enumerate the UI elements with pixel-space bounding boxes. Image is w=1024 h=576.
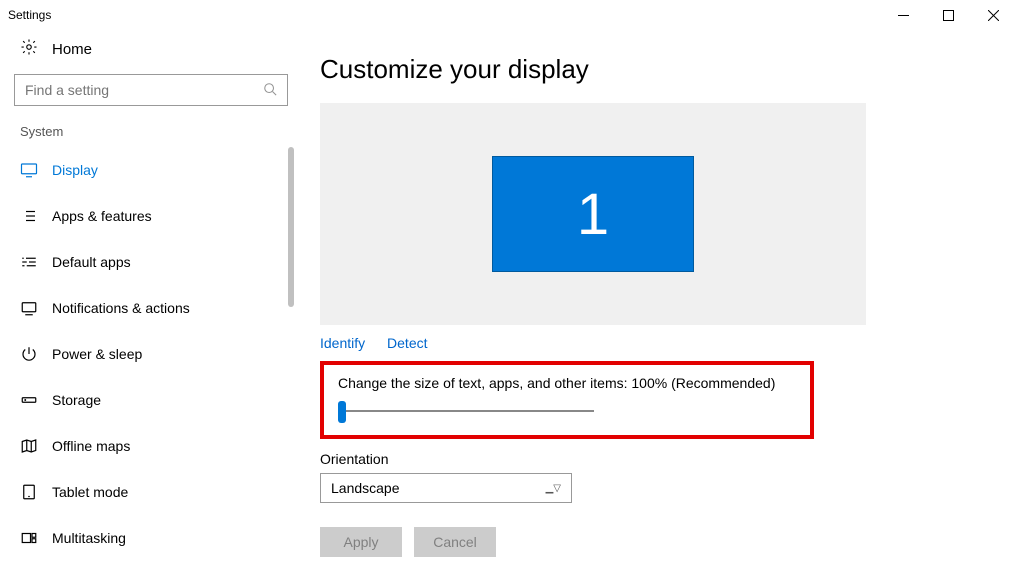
search-icon	[263, 82, 277, 99]
slider-thumb[interactable]	[338, 401, 346, 423]
section-label: System	[6, 124, 296, 147]
maximize-button[interactable]	[926, 0, 971, 30]
chevron-down-icon: ▁▽	[546, 483, 561, 494]
nav-label: Multitasking	[52, 530, 126, 546]
scale-section-highlight: Change the size of text, apps, and other…	[320, 361, 814, 439]
display-icon	[20, 161, 38, 179]
scale-slider[interactable]	[338, 401, 594, 421]
gear-icon	[20, 38, 38, 60]
scale-label: Change the size of text, apps, and other…	[338, 375, 796, 391]
nav-label: Storage	[52, 392, 101, 408]
nav-item-offline-maps[interactable]: Offline maps	[6, 423, 296, 469]
tablet-icon	[20, 483, 38, 501]
content-area: Customize your display 1 Identify Detect…	[296, 30, 1024, 576]
page-heading: Customize your display	[320, 54, 1012, 85]
scrollbar-thumb[interactable]	[288, 147, 294, 307]
defaults-icon	[20, 253, 38, 271]
list-icon	[20, 207, 38, 225]
home-button[interactable]: Home	[6, 30, 296, 74]
nav-label: Offline maps	[52, 438, 130, 454]
map-icon	[20, 437, 38, 455]
nav-list: Display Apps & features Default apps Not…	[6, 147, 296, 561]
titlebar: Settings	[0, 0, 1024, 30]
nav-item-display[interactable]: Display	[6, 147, 296, 193]
nav-item-tablet-mode[interactable]: Tablet mode	[6, 469, 296, 515]
cancel-button[interactable]: Cancel	[414, 527, 496, 557]
scrollbar[interactable]	[288, 147, 294, 576]
display-actions: Identify Detect	[320, 335, 1012, 351]
identify-link[interactable]: Identify	[320, 335, 365, 351]
apply-button[interactable]: Apply	[320, 527, 402, 557]
button-row: Apply Cancel	[320, 527, 1012, 557]
nav-item-default-apps[interactable]: Default apps	[6, 239, 296, 285]
power-icon	[20, 345, 38, 363]
slider-track	[344, 410, 594, 412]
nav-item-apps-features[interactable]: Apps & features	[6, 193, 296, 239]
nav-label: Default apps	[52, 254, 131, 270]
search-field[interactable]	[25, 82, 263, 98]
orientation-select[interactable]: Landscape ▁▽	[320, 473, 572, 503]
nav-label: Apps & features	[52, 208, 152, 224]
monitor-1[interactable]: 1	[492, 156, 694, 272]
nav-label: Power & sleep	[52, 346, 142, 362]
detect-link[interactable]: Detect	[387, 335, 427, 351]
nav-label: Tablet mode	[52, 484, 128, 500]
nav-label: Display	[52, 162, 98, 178]
orientation-label: Orientation	[320, 451, 1012, 467]
close-button[interactable]	[971, 0, 1016, 30]
nav-item-multitasking[interactable]: Multitasking	[6, 515, 296, 561]
notifications-icon	[20, 299, 38, 317]
storage-icon	[20, 391, 38, 409]
sidebar: Home System Display Apps & features	[0, 30, 296, 576]
nav-label: Notifications & actions	[52, 300, 190, 316]
multitasking-icon	[20, 529, 38, 547]
window-title: Settings	[8, 8, 51, 22]
minimize-button[interactable]	[881, 0, 926, 30]
search-input[interactable]	[14, 74, 288, 106]
display-preview[interactable]: 1	[320, 103, 866, 325]
nav-item-power-sleep[interactable]: Power & sleep	[6, 331, 296, 377]
window-controls	[881, 0, 1016, 30]
home-label: Home	[52, 41, 92, 58]
nav-item-notifications[interactable]: Notifications & actions	[6, 285, 296, 331]
monitor-number: 1	[577, 181, 609, 248]
nav-item-storage[interactable]: Storage	[6, 377, 296, 423]
orientation-value: Landscape	[331, 480, 400, 496]
